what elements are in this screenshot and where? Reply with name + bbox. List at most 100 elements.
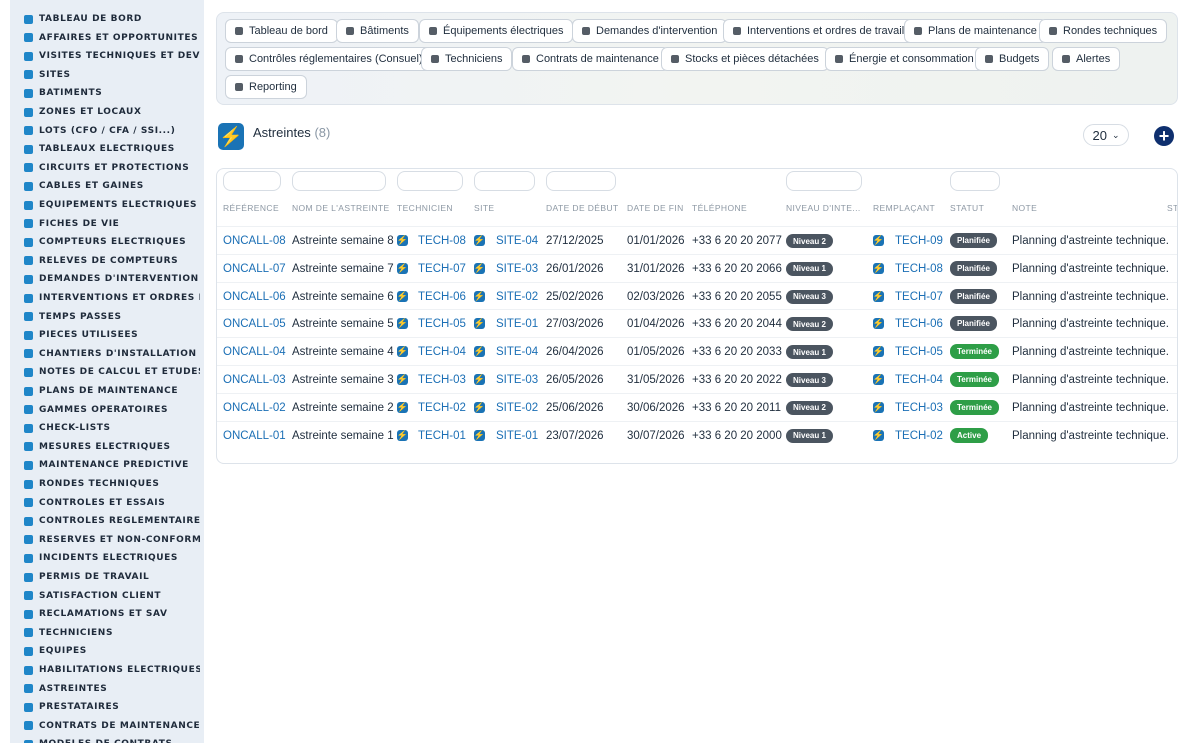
sidebar-item[interactable]: FICHES DE VIE: [24, 215, 200, 233]
site-link[interactable]: SITE-02: [496, 402, 538, 414]
technician-link[interactable]: TECH-04: [418, 346, 466, 358]
sidebar-item[interactable]: SITES: [24, 66, 200, 84]
sidebar-item[interactable]: CONTRÔLES ET ESSAIS: [24, 494, 200, 512]
column-header[interactable]: REMPLAÇANT: [873, 203, 935, 213]
nav-button[interactable]: Contrats de maintenance: [512, 47, 669, 71]
sidebar-item[interactable]: PIÈCES UTILISÉES: [24, 326, 200, 344]
sidebar-item[interactable]: CHANTIERS D'INSTALLATION: [24, 345, 200, 363]
add-button[interactable]: +: [1154, 126, 1174, 146]
column-filter-input[interactable]: [223, 171, 281, 191]
site-link[interactable]: SITE-01: [496, 318, 538, 330]
sidebar-item[interactable]: SATISFACTION CLIENT: [24, 587, 200, 605]
sidebar-item[interactable]: NOTES DE CALCUL ET ÉTUDES: [24, 363, 200, 381]
site-link[interactable]: SITE-03: [496, 263, 538, 275]
technician-link[interactable]: TECH-02: [418, 402, 466, 414]
site-link[interactable]: SITE-04: [496, 346, 538, 358]
sidebar-item[interactable]: RONDES TECHNIQUES: [24, 475, 200, 493]
technician-link[interactable]: TECH-06: [418, 291, 466, 303]
table-row[interactable]: ONCALL-02 Astreinte semaine 2 ⚡ TECH-02 ⚡ SIT…: [217, 392, 1177, 421]
column-header[interactable]: ST: [1167, 203, 1177, 213]
replacement-link[interactable]: TECH-04: [895, 374, 943, 386]
nav-button[interactable]: Rondes techniques: [1039, 19, 1168, 43]
nav-button[interactable]: Alertes: [1052, 47, 1121, 71]
sidebar-item[interactable]: CONTRATS DE MAINTENANCE: [24, 717, 200, 735]
technician-link[interactable]: TECH-01: [418, 430, 466, 442]
column-header[interactable]: DATE DE FIN: [627, 203, 684, 213]
column-header[interactable]: TECHNICIEN: [397, 203, 453, 213]
table-row[interactable]: ONCALL-03 Astreinte semaine 3 ⚡ TECH-03 ⚡ SIT…: [217, 365, 1177, 393]
column-filter-input[interactable]: [546, 171, 616, 191]
sidebar-item[interactable]: TEMPS PASSÉS: [24, 308, 200, 326]
sidebar-item[interactable]: DEMANDES D'INTERVENTION: [24, 270, 200, 288]
sidebar-item[interactable]: RELEVÉS DE COMPTEURS: [24, 252, 200, 270]
nav-button[interactable]: Demandes d'intervention: [572, 19, 728, 43]
sidebar-item[interactable]: CHECK-LISTS: [24, 419, 200, 437]
sidebar-item[interactable]: COMPTEURS ÉLECTRIQUES: [24, 233, 200, 251]
technician-link[interactable]: TECH-07: [418, 263, 466, 275]
sidebar-item[interactable]: GAMMES OPÉRATOIRES: [24, 401, 200, 419]
sidebar-item[interactable]: PRESTATAIRES: [24, 698, 200, 716]
replacement-link[interactable]: TECH-07: [895, 291, 943, 303]
table-row[interactable]: ONCALL-01 Astreinte semaine 1 ⚡ TECH-01 ⚡ SIT…: [217, 420, 1177, 449]
replacement-link[interactable]: TECH-08: [895, 263, 943, 275]
nav-button[interactable]: Reporting: [225, 75, 307, 99]
sidebar-item[interactable]: PLANS DE MAINTENANCE: [24, 382, 200, 400]
nav-button[interactable]: Énergie et consommation: [825, 47, 984, 71]
sidebar-item[interactable]: ZONES ET LOCAUX: [24, 103, 200, 121]
replacement-link[interactable]: TECH-03: [895, 402, 943, 414]
nav-button[interactable]: Budgets: [975, 47, 1050, 71]
technician-link[interactable]: TECH-03: [418, 374, 466, 386]
nav-button[interactable]: Contrôles réglementaires (Consuel): [225, 47, 433, 71]
sidebar-item[interactable]: CONTRÔLES RÉGLEMENTAIRES: [24, 512, 200, 530]
site-link[interactable]: SITE-02: [496, 291, 538, 303]
column-header[interactable]: NOTE: [1012, 203, 1037, 213]
column-header[interactable]: DATE DE DÉBUT: [546, 203, 619, 213]
table-row[interactable]: ONCALL-08 Astreinte semaine 8 ⚡ TECH-08 ⚡ SIT…: [217, 226, 1177, 254]
column-filter-input[interactable]: [397, 171, 463, 191]
column-header[interactable]: SITE: [474, 203, 495, 213]
column-filter-input[interactable]: [474, 171, 535, 191]
reference-link[interactable]: ONCALL-07: [223, 263, 286, 275]
column-header[interactable]: NIVEAU D'INTE...: [786, 203, 861, 213]
sidebar-item[interactable]: RÉCLAMATIONS ET SAV: [24, 605, 200, 623]
nav-button[interactable]: Techniciens: [421, 47, 513, 71]
sidebar-item[interactable]: VISITES TECHNIQUES ET DEVIS: [24, 47, 200, 65]
table-row[interactable]: ONCALL-06 Astreinte semaine 6 ⚡ TECH-06 ⚡ SIT…: [217, 281, 1177, 310]
sidebar-item[interactable]: INTERVENTIONS ET ORDRES DE TRAVAIL: [24, 289, 200, 307]
column-header[interactable]: TÉLÉPHONE: [692, 203, 747, 213]
sidebar-item[interactable]: BÂTIMENTS: [24, 84, 200, 102]
sidebar-item[interactable]: AFFAIRES ET OPPORTUNITÉS: [24, 29, 200, 47]
per-page-select[interactable]: 20 ⌄: [1083, 124, 1129, 146]
site-link[interactable]: SITE-01: [496, 430, 538, 442]
sidebar-item[interactable]: PERMIS DE TRAVAIL: [24, 568, 200, 586]
nav-button[interactable]: Bâtiments: [336, 19, 419, 43]
nav-button[interactable]: Interventions et ordres de travail: [723, 19, 915, 43]
column-header[interactable]: RÉFÉRENCE: [223, 203, 279, 213]
nav-button[interactable]: Stocks et pièces détachées: [661, 47, 829, 71]
replacement-link[interactable]: TECH-02: [895, 430, 943, 442]
table-row[interactable]: ONCALL-05 Astreinte semaine 5 ⚡ TECH-05 ⚡ SIT…: [217, 309, 1177, 337]
replacement-link[interactable]: TECH-05: [895, 346, 943, 358]
replacement-link[interactable]: TECH-09: [895, 235, 943, 247]
column-filter-input[interactable]: [786, 171, 862, 191]
site-link[interactable]: SITE-03: [496, 374, 538, 386]
sidebar-item[interactable]: TABLEAUX ÉLECTRIQUES: [24, 140, 200, 158]
sidebar-item[interactable]: LOTS (CFO / CFA / SSI...): [24, 122, 200, 140]
sidebar-item[interactable]: ÉQUIPEMENTS ÉLECTRIQUES: [24, 196, 200, 214]
table-row[interactable]: ONCALL-04 Astreinte semaine 4 ⚡ TECH-04 ⚡ SIT…: [217, 337, 1177, 365]
reference-link[interactable]: ONCALL-05: [223, 318, 286, 330]
site-link[interactable]: SITE-04: [496, 235, 538, 247]
technician-link[interactable]: TECH-08: [418, 235, 466, 247]
replacement-link[interactable]: TECH-06: [895, 318, 943, 330]
column-header[interactable]: NOM DE L'ASTREINTE: [292, 203, 390, 213]
reference-link[interactable]: ONCALL-03: [223, 374, 286, 386]
column-filter-input[interactable]: [292, 171, 386, 191]
sidebar-item[interactable]: ASTREINTES: [24, 680, 200, 698]
sidebar-item[interactable]: CÂBLES ET GAINES: [24, 177, 200, 195]
reference-link[interactable]: ONCALL-02: [223, 402, 286, 414]
sidebar-item[interactable]: ÉQUIPES: [24, 642, 200, 660]
sidebar-item[interactable]: MODÈLES DE CONTRATS: [24, 735, 200, 743]
sidebar-item[interactable]: TECHNICIENS: [24, 624, 200, 642]
sidebar-item[interactable]: HABILITATIONS ÉLECTRIQUES: [24, 661, 200, 679]
sidebar-item[interactable]: MAINTENANCE PRÉDICTIVE: [24, 456, 200, 474]
